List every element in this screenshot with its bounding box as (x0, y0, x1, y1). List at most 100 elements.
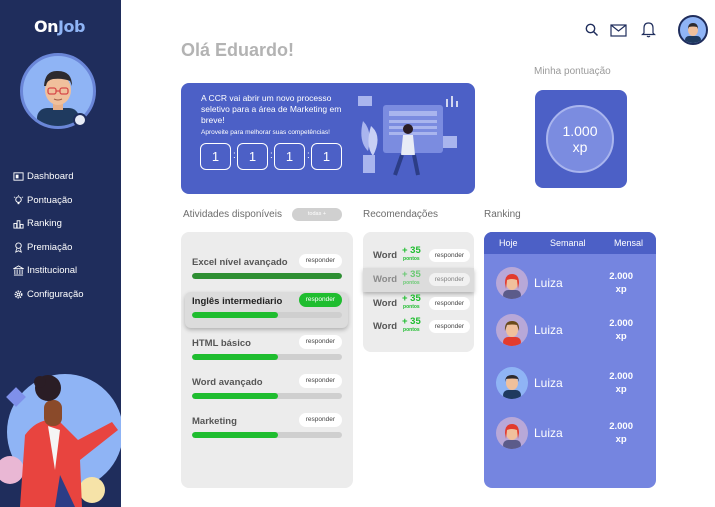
sidebar-item-pontuacao[interactable]: Pontuação (13, 189, 84, 213)
ranking-avatar (496, 267, 528, 299)
banner-illustration (358, 96, 458, 176)
tab-mensal[interactable]: Mensal (614, 238, 643, 248)
activities-panel: Excel nível avançado responder Inglês in… (181, 232, 353, 488)
recommendation-item: Word + 35 pontos responder (370, 317, 470, 337)
recommendation-points: + 35 pontos (402, 269, 421, 287)
ranking-icon (13, 220, 24, 229)
recommendation-name: Word (373, 274, 398, 285)
ranking-score: 2.000 xp (609, 271, 633, 295)
recommendation-item: Word + 35 pontos responder (370, 270, 470, 290)
score-label: Minha pontuação (534, 66, 611, 77)
ranking-avatar (496, 314, 528, 346)
search-icon[interactable] (585, 23, 599, 37)
activity-progress (192, 312, 342, 318)
sidebar-nav: Dashboard Pontuação Ranking Premiação In… (13, 165, 84, 306)
score-value: 1.000 (562, 123, 598, 139)
recommendations-title: Recomendações (363, 209, 439, 220)
bell-icon[interactable] (641, 21, 656, 38)
countdown-box: 1 (311, 143, 342, 170)
countdown-separator: : (233, 150, 236, 161)
activity-progress (192, 354, 342, 360)
sidebar-item-configuracao[interactable]: Configuração (13, 283, 84, 307)
ranking-avatar (496, 367, 528, 399)
sidebar-item-institucional[interactable]: Institucional (13, 259, 84, 283)
recommendation-item: Word + 35 pontos responder (370, 246, 470, 266)
status-indicator (73, 113, 87, 127)
mail-icon[interactable] (610, 24, 627, 37)
ranking-row[interactable]: Luiza 2.000 xp (496, 267, 646, 301)
ranking-row[interactable]: Luiza 2.000 xp (496, 417, 646, 451)
ranking-title: Ranking (484, 209, 521, 220)
activity-name: Excel nível avançado (192, 257, 288, 268)
countdown-box: 1 (200, 143, 231, 170)
dashboard-icon (13, 172, 24, 181)
app-logo[interactable]: OnJob (34, 17, 85, 36)
activities-filter[interactable]: todas + (292, 208, 342, 221)
recommendation-name: Word (373, 250, 398, 261)
tab-hoje[interactable]: Hoje (499, 238, 518, 248)
sidebar-item-dashboard[interactable]: Dashboard (13, 165, 84, 189)
activity-name: Marketing (192, 416, 237, 427)
lightbulb-icon (13, 194, 24, 204)
sidebar-item-label: Premiação (27, 241, 73, 253)
activity-progress (192, 393, 342, 399)
respond-button[interactable]: responder (428, 249, 470, 262)
progress-fill (192, 393, 278, 399)
person-illustration (0, 374, 121, 507)
banner-message: A CCR vai abrir um novo processo seletiv… (201, 93, 342, 125)
activity-name: HTML básico (192, 338, 251, 349)
sidebar-item-label: Ranking (27, 218, 62, 230)
header-avatar[interactable] (678, 15, 708, 45)
respond-button[interactable]: responder (428, 320, 470, 333)
ranking-name: Luiza (534, 323, 563, 337)
sidebar-item-label: Institucional (27, 265, 78, 277)
score-circle: 1.000 xp (546, 105, 614, 173)
page-title: Olá Eduardo! (181, 40, 295, 60)
countdown-separator: : (307, 150, 310, 161)
countdown-separator: : (270, 150, 273, 161)
recommendations-panel: Word + 35 pontos responder Word + 35 ponto… (363, 232, 474, 352)
score-unit: xp (572, 139, 588, 155)
progress-fill (192, 312, 278, 318)
activity-progress (192, 273, 342, 279)
respond-button[interactable]: responder (298, 413, 342, 427)
recommendation-points: + 35 pontos (402, 245, 421, 263)
ranking-name: Luiza (534, 276, 563, 290)
sidebar-item-label: Dashboard (27, 171, 74, 183)
respond-button[interactable]: responder (298, 293, 342, 307)
respond-button[interactable]: responder (298, 335, 342, 349)
respond-button[interactable]: responder (298, 374, 342, 388)
progress-fill (192, 432, 278, 438)
announcement-banner: A CCR vai abrir um novo processo seletiv… (181, 83, 475, 194)
ranking-avatar (496, 417, 528, 449)
recommendation-points: + 35 pontos (402, 316, 421, 334)
ranking-tabs: Hoje Semanal Mensal (484, 232, 656, 254)
sidebar-item-premiacao[interactable]: Premiação (13, 236, 84, 260)
award-icon (15, 242, 22, 253)
ranking-row[interactable]: Luiza 2.000 xp (496, 367, 646, 401)
sidebar-item-label: Pontuação (27, 194, 73, 206)
recommendation-name: Word (373, 321, 398, 332)
respond-button[interactable]: responder (428, 297, 470, 310)
building-icon (13, 265, 24, 276)
countdown-box: 1 (274, 143, 305, 170)
ranking-name: Luiza (534, 426, 563, 440)
ranking-score: 2.000 xp (609, 371, 633, 395)
activities-title: Atividades disponíveis (183, 209, 282, 220)
activity-name: Word avançado (192, 377, 263, 388)
recommendation-name: Word (373, 298, 398, 309)
activity-progress (192, 432, 342, 438)
activity-name: Inglês intermediario (192, 296, 283, 307)
progress-fill (192, 354, 278, 360)
sidebar-item-ranking[interactable]: Ranking (13, 212, 84, 236)
ranking-row[interactable]: Luiza 2.000 xp (496, 314, 646, 348)
respond-button[interactable]: responder (298, 254, 342, 268)
recommendation-points: + 35 pontos (402, 293, 421, 311)
sidebar: OnJob Dashboard Pontuação Ranking Premia… (0, 0, 121, 507)
progress-fill (192, 273, 342, 279)
score-card: 1.000 xp (535, 90, 627, 188)
ranking-name: Luiza (534, 376, 563, 390)
respond-button[interactable]: responder (428, 273, 470, 286)
recommendation-item: Word + 35 pontos responder (370, 294, 470, 314)
tab-semanal[interactable]: Semanal (550, 238, 586, 248)
